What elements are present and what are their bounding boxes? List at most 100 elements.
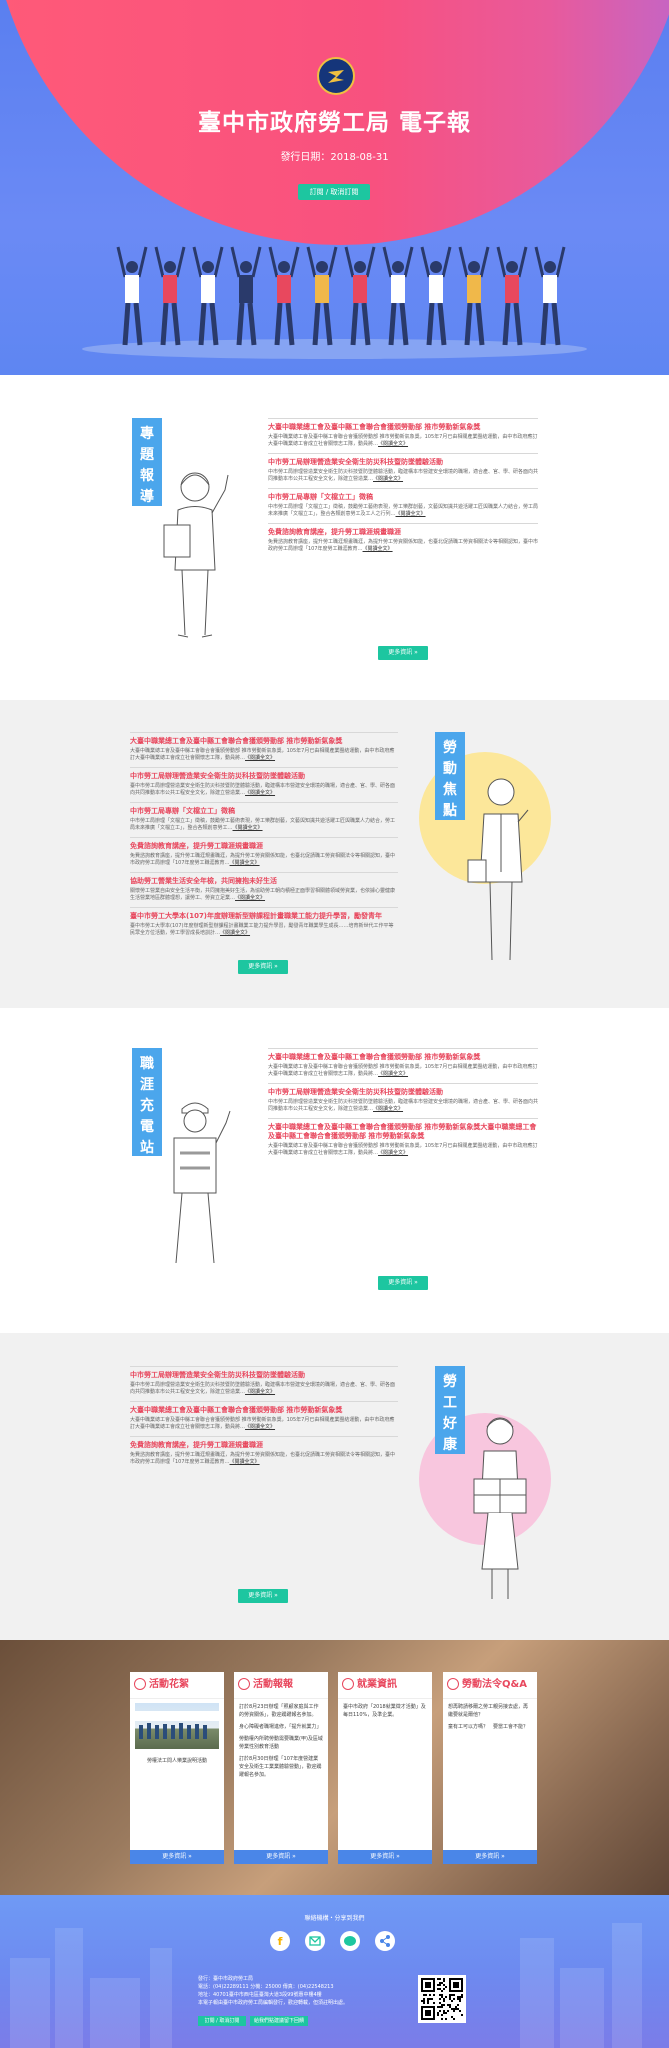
benefits-article-list: 中市勞工局辦理營造業安全衛生防災科技暨防墜體驗活動 臺中市勞工局辦理營造業安全衛生… — [130, 1366, 398, 1471]
article-summary: 大臺中職業總工會及臺中縣工會聯合會獲頒勞動部 推市勞動新氣象獎，105年7月已由… — [130, 748, 398, 762]
article-summary: 免費諮詢教育講座，提升勞工職涯規畫職涯，為提升勞工勞資關係知能，也臺北促請職工勞… — [268, 539, 538, 553]
career-article-list: 大臺中職業總工會及臺中縣工會聯合會獲頒勞動部 推市勞動新氣象獎大臺中職業總工會及… — [268, 1048, 538, 1162]
cheering-person — [154, 246, 186, 346]
cheering-person — [420, 246, 452, 346]
card-line[interactable]: 想再聘請移爾之勞工親另接去處，再繼要就是爾他？ — [448, 1703, 532, 1719]
article-summary: 中市勞工局辦理「文檔立工」徵稿，鼓勵勞工藝術表現，勞工樂群創藝，文藝與知識共遊活… — [130, 818, 398, 832]
card-more-button[interactable]: 更多資訊 » — [234, 1850, 328, 1864]
article-title[interactable]: 中市勞工局辦理營造業安全衛生防災科技暨防墜體驗活動 — [268, 458, 538, 467]
feature-more-button[interactable]: 更多資訊 » — [378, 646, 428, 660]
article-item: 大臺中職業總工會及臺中縣工會聯合會獲頒勞動部 推市勞動新氣象獎大臺中職業總工會及… — [268, 1118, 538, 1162]
card-more-button[interactable]: 更多資訊 » — [130, 1850, 224, 1864]
article-title[interactable]: 大臺中職業總工會及臺中縣工會聯合會獲頒勞動部 推市勞動新氣象獎 — [130, 1406, 398, 1415]
article-summary: 免費諮詢教育講座，提升勞工職涯規畫職涯，為提升勞工勞資關係知能，也臺北促請職工勞… — [130, 1452, 398, 1466]
card-title: 活動花絮 — [149, 1679, 189, 1690]
article-item: 大臺中職業總工會及臺中縣工會聯合會獲頒勞動部 推市勞動新氣象獎大臺中職業總工會及… — [130, 1401, 398, 1436]
card-line[interactable]: 童有工可以方嗎？ 要當工會不能？ — [448, 1723, 532, 1731]
read-more-link[interactable]: 《閱讀全文》 — [378, 441, 408, 447]
subscribe-button[interactable]: 訂閱 / 取消訂閱 — [298, 184, 370, 200]
read-more-link[interactable]: 《閱讀全文》 — [233, 825, 263, 831]
article-title[interactable]: 中市勞工局辦理營造業安全衛生防災科技暨防墜體驗活動 — [268, 1088, 538, 1097]
megaphone-icon — [238, 1678, 250, 1690]
article-item: 大臺中職業總工會及臺中縣工會聯合會獲頒勞動部 推市勞動新氣象獎大臺中職業總工會及… — [268, 418, 538, 453]
card-labor-law-qa: 勞動法令Q&A 想再聘請移爾之勞工親另接去處，再繼要就是爾他？ 童有工可以方嗎？… — [443, 1672, 537, 1864]
share-icon[interactable] — [375, 1931, 395, 1951]
article-title[interactable]: 大臺中職業總工會及臺中縣工會聯合會獲頒勞動部 推市勞動新氣象獎 — [268, 423, 538, 432]
read-more-link[interactable]: 《閱讀全文》 — [220, 930, 250, 936]
read-more-link[interactable]: 《閱讀全文》 — [245, 1389, 275, 1395]
section-benefits: 勞工好康 中市勞工局辦理營造業安全衛生防災科技暨防墜體驗活動 臺中市勞工局辦理營造… — [0, 1333, 669, 1640]
article-item: 中市勞工局辦理營造業安全衛生防災科技暨防墜體驗活動 臺中市勞工局辦理營造業安全衛生… — [130, 1366, 398, 1401]
article-item: 中市勞工局專辦「文檔立工」徵稿中市勞工局辦理「文檔立工」徵稿，鼓勵勞工藝術表現，… — [130, 802, 398, 837]
activity-photo[interactable] — [135, 1703, 219, 1749]
read-more-link[interactable]: 《閱讀全文》 — [396, 511, 426, 517]
read-more-link[interactable]: 《閱讀全文》 — [245, 1424, 275, 1430]
footer-top-link[interactable]: 聯絡機構・分享到我們 — [0, 1915, 669, 1923]
read-more-link[interactable]: 《閱讀全文》 — [378, 1150, 408, 1156]
article-summary: 大臺中職業總工會及臺中縣工會聯合會獲頒勞動部 推市勞動新氣象獎，105年7月已由… — [268, 1143, 538, 1157]
article-title[interactable]: 中市勞工局辦理營造業安全衛生防災科技暨防墜體驗活動 — [130, 1371, 398, 1380]
article-summary: 大臺中職業總工會及臺中縣工會聯合會獲頒勞動部 推市勞動新氣象獎，105年7月已由… — [130, 1417, 398, 1431]
article-summary: 中市勞工局辦理「文檔立工」徵稿，鼓勵勞工藝術表現，勞工樂群創藝，文藝與知識共遊活… — [268, 504, 538, 518]
section-labor-focus: 勞動焦點 大臺中職業總工會及臺中縣工會聯合會獲頒勞動部 推市勞動新氣象獎 大臺中職… — [0, 700, 669, 1008]
article-item: 中市勞工局辦理營造業安全衛生防災科技暨防墜體驗活動中市勞工局辦理營造業安全衛生防… — [268, 1083, 538, 1118]
article-item: 大臺中職業總工會及臺中縣工會聯合會獲頒勞動部 推市勞動新氣象獎大臺中職業總工會及… — [268, 1048, 538, 1083]
card-caption[interactable]: 勞權法工問人樂業說明活動 — [130, 1753, 224, 1769]
footer-feedback-button[interactable]: 給我們點建議留下回饋 — [250, 2016, 308, 2026]
article-title[interactable]: 中市勞工局辦理營造業安全衛生防災科技暨防墜體驗活動 — [130, 772, 398, 781]
card-line[interactable]: 身心障礙者職場進修，「提升就業力」 — [239, 1723, 323, 1731]
labor-more-button[interactable]: 更多資訊 » — [238, 960, 288, 974]
card-more-button[interactable]: 更多資訊 » — [338, 1850, 432, 1864]
article-title[interactable]: 大臺中職業總工會及臺中縣工會聯合會獲頒勞動部 推市勞動新氣象獎 — [268, 1053, 538, 1062]
article-title[interactable]: 免費諮詢教育講座，提升勞工職涯規畫職涯 — [130, 1441, 398, 1450]
article-summary: 大臺中職業總工會及臺中縣工會聯合會獲頒勞動部 推市勞動新氣象獎，105年7月已由… — [268, 434, 538, 448]
read-more-link[interactable]: 《閱讀全文》 — [373, 476, 403, 482]
section-feature: 專題報導 大臺中職業總工會及臺中縣工會聯合會獲頒勞動部 推市勞動新氣象獎 大臺中職… — [0, 375, 669, 700]
card-body: 訂於8月23日辦理「照顧家庭與工作的勞資關係」，歡迎踴躍報名參加。 身心障礙者職… — [234, 1699, 328, 1783]
read-more-link[interactable]: 《閱讀全文》 — [245, 755, 275, 761]
facebook-icon[interactable]: f — [270, 1931, 290, 1951]
card-line[interactable]: 勞動權內所聘勞動需要職業(甲)及區域勞業性別教育活動 — [239, 1735, 323, 1751]
article-title[interactable]: 協助勞工營業生活安全年檢，共同擁抱未好生活 — [130, 877, 398, 886]
career-more-button[interactable]: 更多資訊 » — [378, 1276, 428, 1290]
article-title[interactable]: 免費諮詢教育講座，提升勞工職涯規畫職涯 — [268, 528, 538, 537]
info-cards-area: 活動花絮 勞權法工問人樂業說明活動 更多資訊 » 活動報報 訂於8月23日辦理「… — [0, 1640, 669, 1895]
read-more-link[interactable]: 《閱讀全文》 — [230, 1459, 260, 1465]
article-item: 中市勞工局專辦「文檔立工」徵稿中市勞工局辦理「文檔立工」徵稿，鼓勵勞工藝術表現，… — [268, 488, 538, 523]
footer: 聯絡機構・分享到我們 f 發行：臺中市政府勞工局 電話：(04)22289111… — [0, 1895, 669, 2048]
card-line[interactable]: 訂於8月23日辦理「照顧家庭與工作的勞資關係」，歡迎踴躍報名參加。 — [239, 1703, 323, 1719]
article-item: 免費諮詢教育講座，提升勞工職涯規畫職涯免費諮詢教育講座，提升勞工職涯規畫職涯，為… — [268, 523, 538, 558]
card-line[interactable]: 訂於8月30日辦理「107年度營建業安全及衛生工業業體驗營動」，歡迎踴躍報名參加… — [239, 1755, 323, 1779]
bureau-logo — [317, 57, 355, 95]
article-summary: 中市勞工局辦理營造業安全衛生防災科技暨防墜體驗活動，臨建構本市營建安全環境的職場… — [268, 469, 538, 483]
card-more-button[interactable]: 更多資訊 » — [443, 1850, 537, 1864]
briefcase-icon — [342, 1678, 354, 1690]
article-title[interactable]: 中市勞工局專辦「文檔立工」徵稿 — [130, 807, 398, 816]
feature-article-list: 大臺中職業總工會及臺中縣工會聯合會獲頒勞動部 推市勞動新氣象獎大臺中職業總工會及… — [268, 418, 538, 558]
cheering-person — [116, 246, 148, 346]
article-title[interactable]: 大臺中職業總工會及臺中縣工會聯合會獲頒勞動部 推市勞動新氣象獎 — [130, 737, 398, 746]
footer-contact-info: 發行：臺中市政府勞工局 電話：(04)22289111 分機：25000 傳真：… — [198, 1975, 408, 2007]
cheering-person — [344, 246, 376, 346]
read-more-link[interactable]: 《閱讀全文》 — [235, 895, 265, 901]
line-icon[interactable] — [340, 1931, 360, 1951]
read-more-link[interactable]: 《閱讀全文》 — [373, 1106, 403, 1112]
article-item: 免費諮詢教育講座，提升勞工職涯規畫職涯 免費諮詢教育講座，提升勞工職涯規畫職涯，為… — [130, 837, 398, 872]
article-title[interactable]: 免費諮詢教育講座，提升勞工職涯規畫職涯 — [130, 842, 398, 851]
cheering-person — [496, 246, 528, 346]
article-title[interactable]: 中市勞工局專辦「文檔立工」徵稿 — [268, 493, 538, 502]
read-more-link[interactable]: 《閱讀全文》 — [378, 1071, 408, 1077]
article-item: 大臺中職業總工會及臺中縣工會聯合會獲頒勞動部 推市勞動新氣象獎大臺中職業總工會及… — [130, 732, 398, 767]
article-title[interactable]: 大臺中職業總工會及臺中縣工會聯合會獲頒勞動部 推市勞動新氣象獎大臺中職業總工會及… — [268, 1123, 538, 1141]
article-title[interactable]: 臺中市勞工大學本(107)年度辦理新型辦課程計畫職業工能力提升學習，勵發青年 — [130, 912, 398, 921]
read-more-link[interactable]: 《閱讀全文》 — [230, 860, 260, 866]
read-more-link[interactable]: 《閱讀全文》 — [245, 790, 275, 796]
benefits-more-button[interactable]: 更多資訊 » — [238, 1589, 288, 1603]
footer-subscribe-button[interactable]: 訂閱 / 取消訂閱 — [198, 2016, 246, 2026]
mail-icon[interactable] — [305, 1931, 325, 1951]
card-line[interactable]: 臺中市政府「2018就業徵才活動」及每日110%，及準企業。 — [343, 1703, 427, 1719]
card-title: 勞動法令Q&A — [462, 1679, 527, 1690]
article-summary: 中市勞工局辦理營造業安全衛生防災科技暨防墜體驗活動，臨建構本市營建安全環境的職場… — [268, 1099, 538, 1113]
read-more-link[interactable]: 《閱讀全文》 — [363, 546, 393, 552]
card-activity-news: 活動報報 訂於8月23日辦理「照顧家庭與工作的勞資關係」，歡迎踴躍報名參加。 身… — [234, 1672, 328, 1864]
